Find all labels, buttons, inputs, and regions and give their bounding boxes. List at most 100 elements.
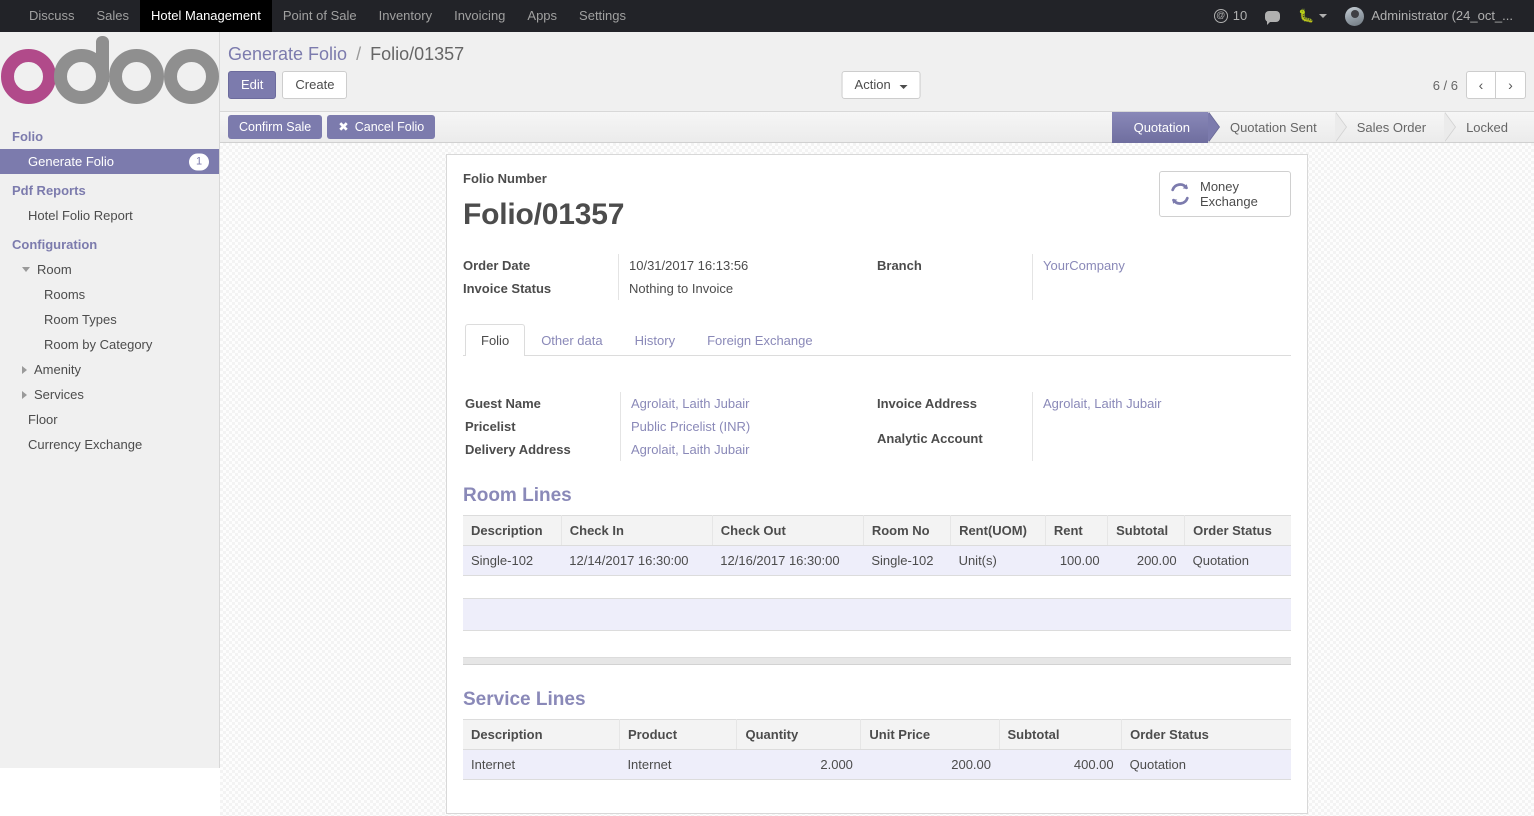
sidebar-section-folio: Folio: [12, 129, 44, 144]
table-header-row: Description Check In Check Out Room No Rent(…: [463, 515, 1291, 546]
edit-button[interactable]: Edit: [228, 71, 277, 99]
field-value-branch[interactable]: YourCompany: [1043, 258, 1125, 273]
field-label-invoice-address: Invoice Address: [877, 396, 977, 411]
user-menu[interactable]: Administrator (24_oct_...: [1336, 0, 1522, 32]
field-row: Guest Name Agrolait, Laith Jubair: [465, 392, 877, 415]
tab-other-data[interactable]: Other data: [525, 324, 618, 356]
tab-foreign-exchange[interactable]: Foreign Exchange: [691, 324, 829, 356]
mention-counter[interactable]: @ 10: [1205, 0, 1256, 32]
create-button[interactable]: Create: [282, 71, 348, 99]
nav-menu-invoicing[interactable]: Invoicing: [443, 0, 516, 32]
sidebar-item-room-types[interactable]: Room Types: [0, 307, 219, 332]
sidebar-item-room[interactable]: Room: [0, 257, 219, 282]
debug-menu[interactable]: 🐛: [1289, 0, 1336, 32]
cell-description: Internet: [463, 749, 620, 780]
stage-sales-order[interactable]: Sales Order: [1335, 111, 1457, 143]
sidebar-item-rooms[interactable]: Rooms: [0, 282, 219, 307]
section-separator: [463, 657, 1291, 665]
money-exchange-button[interactable]: Money Exchange: [1159, 171, 1291, 217]
sidebar-item-badge: 1: [189, 153, 209, 170]
field-value-pricelist[interactable]: Public Pricelist (INR): [631, 419, 750, 434]
logo-letter-o-2: [108, 48, 164, 104]
column-header-description: Description: [463, 719, 620, 750]
nav-menu-hotel-management[interactable]: Hotel Management: [140, 0, 272, 32]
top-navbar: Discuss Sales Hotel Management Point of Sal…: [0, 0, 1534, 32]
stage-locked[interactable]: Locked: [1444, 112, 1526, 143]
notebook-tabs: Folio Other data History Foreign Exchange: [463, 324, 1291, 356]
sidebar-item-amenity[interactable]: Amenity: [0, 357, 219, 382]
column-header-subtotal: Subtotal: [1107, 515, 1186, 546]
odoo-logo[interactable]: [0, 32, 219, 120]
column-header-order-status: Order Status: [1184, 515, 1291, 546]
field-label-invoice-status: Invoice Status: [463, 281, 552, 296]
sidebar-item-label: Services: [34, 387, 84, 402]
field-value-invoice-address[interactable]: Agrolait, Laith Jubair: [1043, 396, 1162, 411]
caret-right-icon[interactable]: [22, 390, 27, 399]
sidebar-menu-list: Folio Generate Folio 1 Pdf Reports Hotel Fol…: [0, 120, 219, 457]
table-row[interactable]: Internet Internet 2.000 200.00 400.00 Quotati…: [463, 749, 1291, 780]
nav-menu-sales[interactable]: Sales: [86, 0, 141, 32]
field-value-order-date: 10/31/2017 16:13:56: [629, 258, 749, 273]
field-value-guest-name[interactable]: Agrolait, Laith Jubair: [631, 396, 750, 411]
cell-product: Internet: [619, 749, 737, 780]
tab-history[interactable]: History: [619, 324, 691, 356]
chevron-down-icon: [899, 85, 908, 89]
messaging-menu[interactable]: [1256, 0, 1289, 32]
caret-down-icon[interactable]: [22, 267, 30, 272]
field-label-order-date: Order Date: [463, 258, 531, 273]
field-row: Branch YourCompany: [877, 254, 1291, 300]
form-view-scroll-area: Folio Number Folio/01357 Money Exchange: [220, 143, 1534, 816]
exchange-refresh-icon: [1171, 183, 1189, 205]
action-menu-button[interactable]: Action: [841, 71, 921, 99]
confirm-sale-button[interactable]: Confirm Sale: [228, 115, 323, 139]
pager-next-button[interactable]: ›: [1496, 71, 1526, 99]
cell-room-no: Single-102: [863, 545, 951, 576]
sidebar-item-label: Room Types: [44, 312, 117, 327]
tab-folio[interactable]: Folio: [465, 324, 526, 356]
column-header-rent-uom-: Rent(UOM): [950, 515, 1046, 546]
sidebar-item-currency-exchange[interactable]: Currency Exchange: [0, 432, 219, 457]
form-sheet: Folio Number Folio/01357 Money Exchange: [446, 154, 1308, 814]
field-row: Order Date 10/31/2017 16:13:56: [463, 254, 877, 277]
table-header-row: Description Product Quantity Unit Price Subt…: [463, 719, 1291, 750]
sidebar-item-room-by-category[interactable]: Room by Category: [0, 332, 219, 357]
sidebar-item-floor[interactable]: Floor: [0, 407, 219, 432]
control-panel: Generate Folio / Folio/01357 Edit Create…: [220, 32, 1534, 112]
header-right-column: Branch YourCompany: [877, 254, 1291, 300]
button-label: Cancel Folio: [354, 120, 425, 134]
nav-menu-apps[interactable]: Apps: [516, 0, 568, 32]
stage-quotation[interactable]: Quotation: [1111, 111, 1221, 143]
pager-previous-button[interactable]: ‹: [1466, 71, 1496, 99]
pager: 6 / 6 ‹ ›: [1433, 71, 1526, 99]
table-row[interactable]: Single-102 12/14/2017 16:30:00 12/16/2017 …: [463, 545, 1291, 576]
main-menu: Discuss Sales Hotel Management Point of Sal…: [0, 0, 637, 32]
stage-quotation-sent[interactable]: Quotation Sent: [1208, 111, 1347, 143]
cell-check-out: 12/16/2017 16:30:00: [712, 545, 864, 576]
add-room-line-row[interactable]: [463, 598, 1291, 631]
nav-menu-point-of-sale[interactable]: Point of Sale: [272, 0, 368, 32]
cell-description: Single-102: [463, 545, 562, 576]
caret-right-icon[interactable]: [22, 365, 27, 374]
cancel-folio-button[interactable]: ✖ Cancel Folio: [327, 115, 436, 139]
user-menu-label: Administrator (24_oct_...: [1371, 8, 1513, 23]
nav-menu-discuss[interactable]: Discuss: [18, 0, 86, 32]
bug-icon: 🐛: [1298, 8, 1315, 23]
sidebar-item-hotel-folio-report[interactable]: Hotel Folio Report: [0, 203, 219, 228]
close-icon: ✖: [338, 120, 349, 134]
field-value-invoice-status: Nothing to Invoice: [629, 281, 734, 296]
header-field-group: Order Date 10/31/2017 16:13:56 Invoice Sta…: [463, 254, 1291, 300]
stage-label: Locked: [1466, 119, 1508, 135]
cell-check-in: 12/14/2017 16:30:00: [561, 545, 713, 576]
breadcrumb: Generate Folio / Folio/01357: [220, 32, 1534, 69]
sidebar-item-generate-folio[interactable]: Generate Folio 1: [0, 149, 219, 174]
pager-value: 6 / 6: [1432, 77, 1458, 93]
nav-menu-inventory[interactable]: Inventory: [368, 0, 443, 32]
sidebar-item-services[interactable]: Services: [0, 382, 219, 407]
field-value-delivery-address[interactable]: Agrolait, Laith Jubair: [631, 442, 750, 457]
breadcrumb-root[interactable]: Generate Folio: [228, 44, 347, 64]
logo-letter-o-3: [163, 48, 219, 104]
nav-menu-settings[interactable]: Settings: [568, 0, 637, 32]
sidebar-section-configuration: Configuration: [12, 237, 98, 252]
notebook: Folio Other data History Foreign Exchange G…: [463, 324, 1291, 461]
room-lines-table: Description Check In Check Out Room No Rent(…: [463, 515, 1291, 576]
